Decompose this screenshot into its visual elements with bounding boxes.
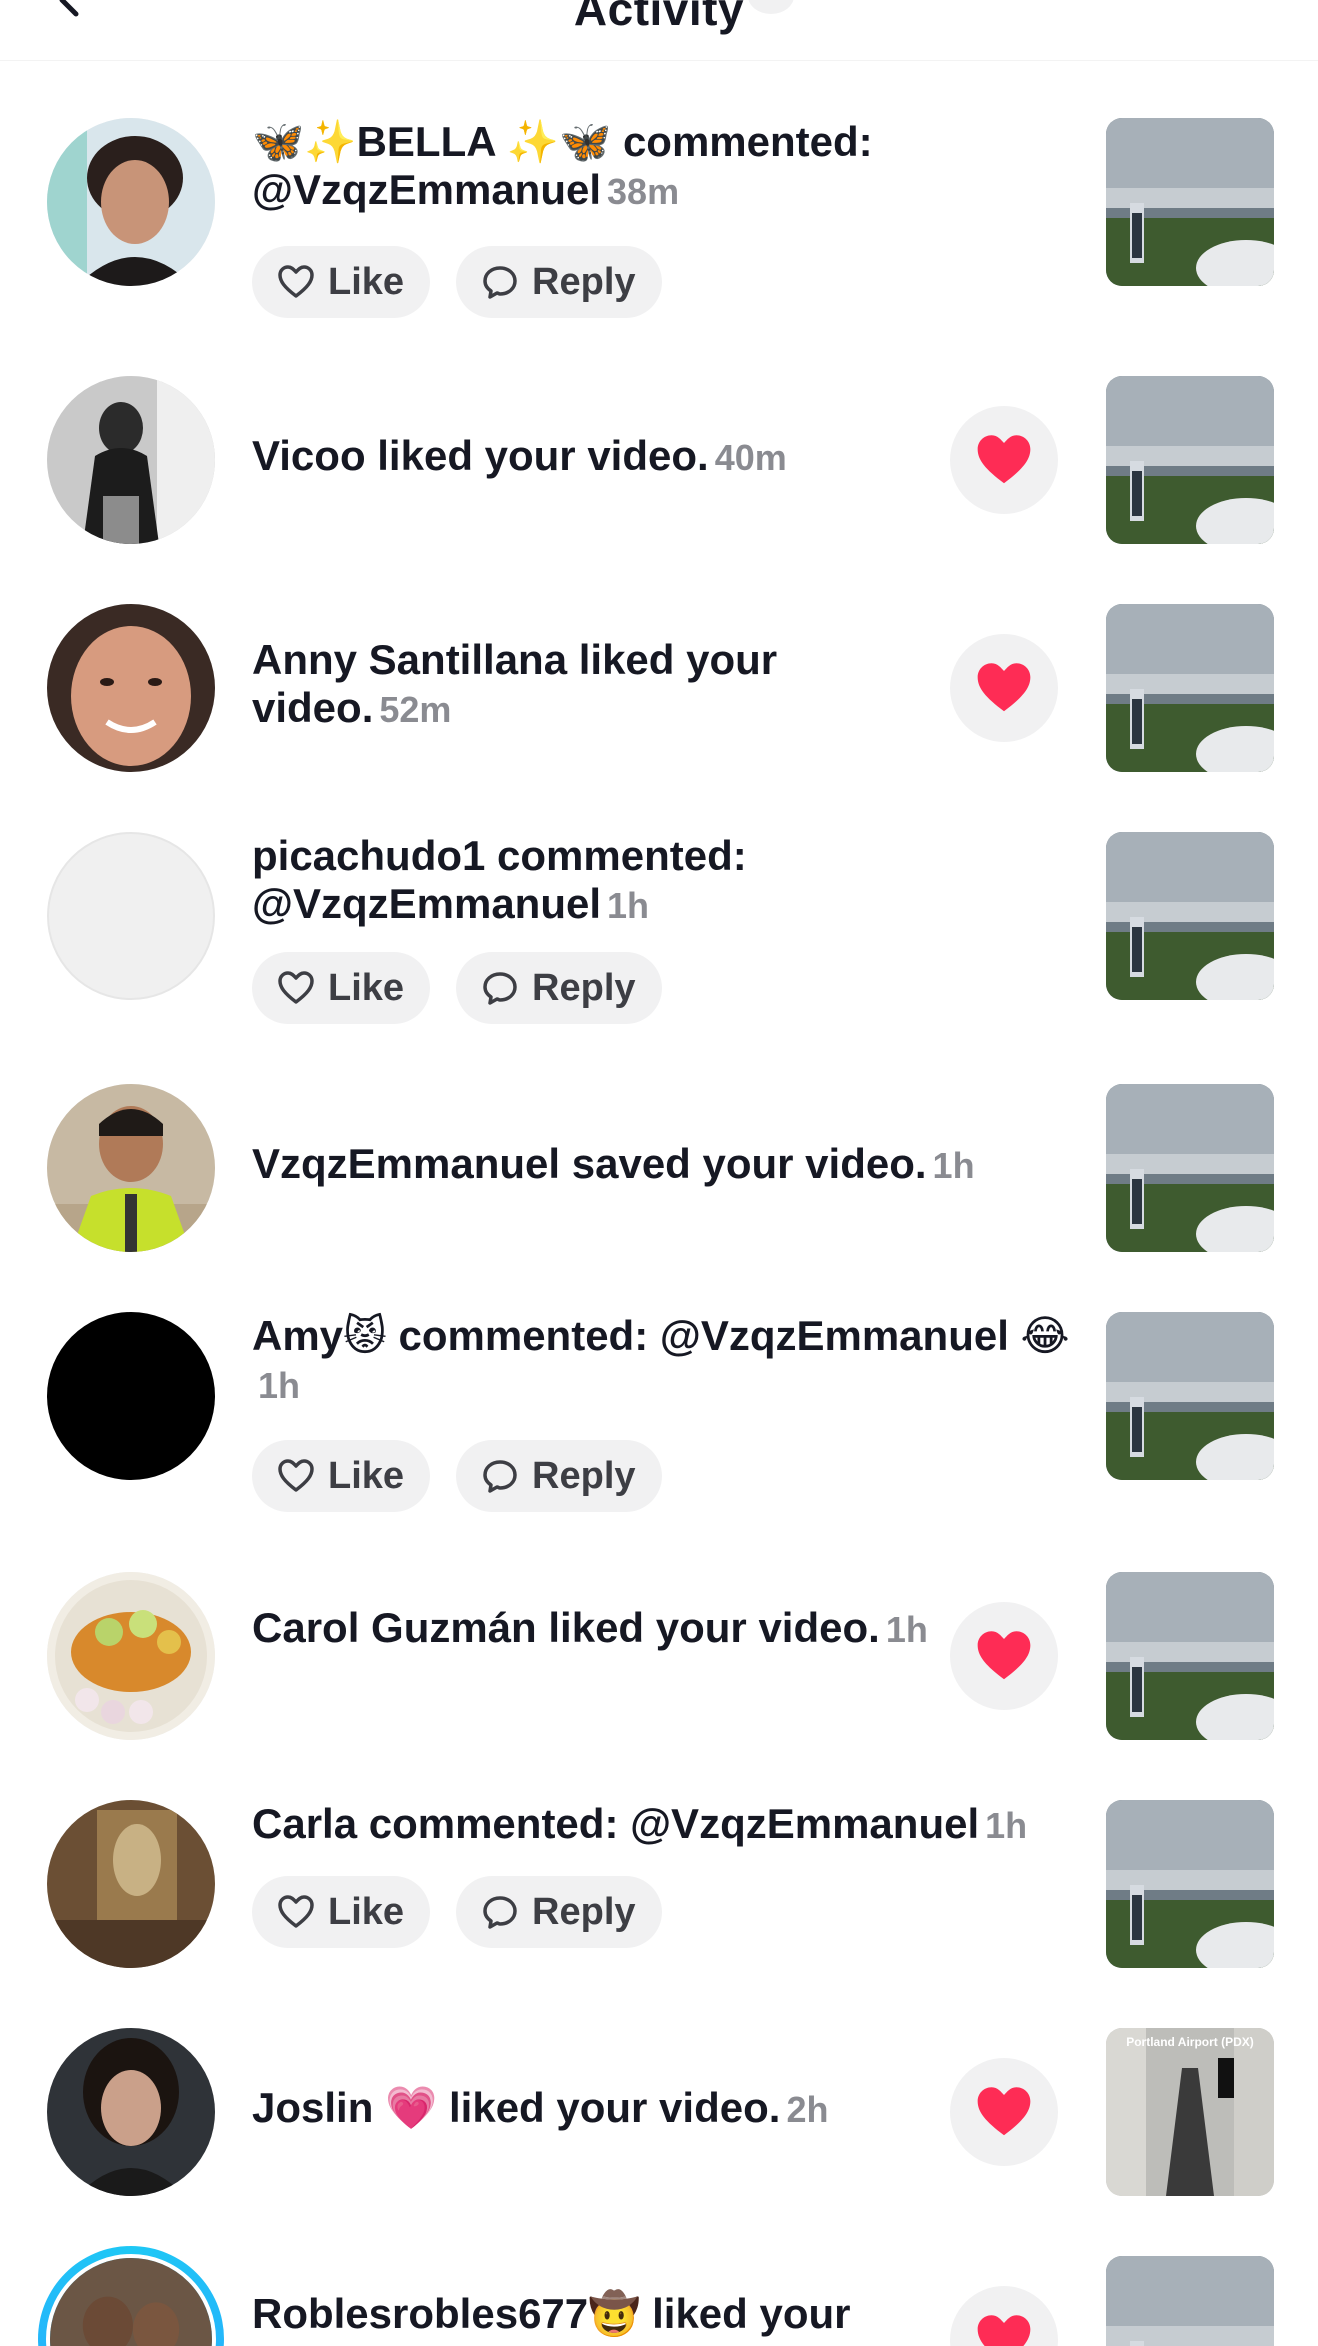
heart-outline-icon: [278, 971, 314, 1004]
reply-button[interactable]: Reply: [456, 1876, 662, 1948]
notification-message: Joslin 💗 liked your video.: [252, 2084, 781, 2131]
video-thumbnail[interactable]: [1106, 832, 1274, 1000]
video-thumbnail[interactable]: [1106, 376, 1274, 544]
reply-button[interactable]: Reply: [456, 952, 662, 1024]
notification-message: Roblesrobles677🤠 liked your: [252, 2290, 851, 2337]
heart-filled-icon: [977, 2087, 1031, 2136]
video-thumbnail[interactable]: [1106, 118, 1274, 286]
like-button[interactable]: Like: [252, 952, 431, 1024]
heart-outline-icon: [278, 1459, 314, 1492]
liked-heart-button[interactable]: [950, 2286, 1058, 2346]
avatar[interactable]: [47, 832, 215, 1000]
notification-text: Joslin 💗 liked your video. 2h: [252, 2084, 932, 2134]
avatar: [46, 2254, 216, 2346]
reply-label: Reply: [532, 1890, 636, 1933]
notification-time: 1h: [258, 1365, 301, 1406]
comment-bubble-icon: [483, 972, 517, 1005]
notification-text: Vicoo liked your video. 40m: [252, 432, 932, 482]
like-button[interactable]: Like: [252, 1440, 431, 1512]
video-thumbnail[interactable]: [1106, 1800, 1274, 1968]
heart-outline-icon: [278, 265, 314, 298]
notification-time: 1h: [932, 1145, 975, 1186]
notification-text: Carol Guzmán liked your video. 1h: [252, 1604, 932, 1654]
video-thumbnail[interactable]: [1106, 2256, 1274, 2346]
avatar[interactable]: [47, 2028, 215, 2196]
header: Activity: [0, 0, 1318, 61]
notification-time: 1h: [607, 885, 650, 926]
like-label: Like: [328, 260, 405, 303]
video-thumbnail[interactable]: [1106, 1572, 1274, 1740]
reply-label: Reply: [532, 260, 636, 303]
liked-heart-button[interactable]: [950, 1602, 1058, 1710]
notification-time: 40m: [714, 437, 787, 478]
avatar[interactable]: [47, 1312, 215, 1480]
like-button[interactable]: Like: [252, 246, 431, 318]
notification-text: Carla commented: @VzqzEmmanuel 1h: [252, 1800, 1072, 1850]
video-thumbnail[interactable]: [1106, 1084, 1274, 1252]
notification-message: Anny Santillana liked your video.: [252, 636, 778, 731]
notification-time: 2h: [786, 2089, 829, 2130]
avatar[interactable]: [47, 1572, 215, 1740]
avatar[interactable]: [47, 1084, 215, 1252]
heart-filled-icon: [977, 2315, 1031, 2346]
notification-text: Anny Santillana liked your video. 52m: [252, 636, 932, 734]
like-label: Like: [328, 1890, 405, 1933]
video-thumbnail[interactable]: [1106, 1312, 1274, 1480]
notification-message: Carla commented: @VzqzEmmanuel: [252, 1800, 980, 1847]
liked-heart-button[interactable]: [950, 406, 1058, 514]
notification-text: Amy😾 commented: @VzqzEmmanuel 😂 1h: [252, 1312, 1082, 1410]
notification-time: 38m: [607, 171, 680, 212]
heart-filled-icon: [977, 435, 1031, 484]
reply-label: Reply: [532, 1454, 636, 1497]
notification-message: Vicoo liked your video.: [252, 432, 709, 479]
notification-text: 🦋✨BELLA ✨🦋 commented: @VzqzEmmanuel 38m: [252, 118, 1072, 216]
heart-filled-icon: [977, 1631, 1031, 1680]
notification-message: VzqzEmmanuel saved your video.: [252, 1140, 927, 1187]
avatar[interactable]: [47, 604, 215, 772]
video-thumbnail[interactable]: Portland Airport (PDX): [1106, 2028, 1274, 2196]
page-title: Activity: [573, 0, 745, 35]
liked-heart-button[interactable]: [950, 2058, 1058, 2166]
like-label: Like: [328, 966, 405, 1009]
activity-page: Activity 🦋✨BELLA ✨🦋 commented: @VzqzEmma…: [0, 0, 1318, 2346]
avatar[interactable]: [47, 376, 215, 544]
reply-button[interactable]: Reply: [456, 1440, 662, 1512]
comment-bubble-icon: [483, 266, 517, 299]
notification-time: 52m: [379, 689, 452, 730]
comment-bubble-icon: [483, 1460, 517, 1493]
video-thumbnail[interactable]: [1106, 604, 1274, 772]
notification-message: picachudo1 commented: @VzqzEmmanuel: [252, 832, 747, 927]
like-button[interactable]: Like: [252, 1876, 431, 1948]
avatar[interactable]: [47, 118, 215, 286]
reply-label: Reply: [532, 966, 636, 1009]
notification-text: picachudo1 commented: @VzqzEmmanuel 1h: [252, 832, 1072, 930]
notification-time: 1h: [985, 1805, 1028, 1846]
notification-message: Amy😾 commented: @VzqzEmmanuel 😂: [252, 1312, 1070, 1359]
notification-time: 1h: [885, 1609, 928, 1650]
avatar-story-ring[interactable]: [38, 2246, 224, 2346]
notification-text: VzqzEmmanuel saved your video. 1h: [252, 1140, 1072, 1190]
notification-message: Carol Guzmán liked your video.: [252, 1604, 880, 1651]
heart-filled-icon: [977, 663, 1031, 712]
heart-outline-icon: [278, 1895, 314, 1928]
comment-bubble-icon: [483, 1896, 517, 1929]
notification-text: Roblesrobles677🤠 liked your: [252, 2290, 932, 2340]
like-label: Like: [328, 1454, 405, 1497]
liked-heart-button[interactable]: [950, 634, 1058, 742]
notification-message: 🦋✨BELLA ✨🦋 commented: @VzqzEmmanuel: [252, 118, 873, 213]
reply-button[interactable]: Reply: [456, 246, 662, 318]
thumb-caption: Portland Airport (PDX): [1126, 2035, 1254, 2049]
avatar[interactable]: [47, 1800, 215, 1968]
